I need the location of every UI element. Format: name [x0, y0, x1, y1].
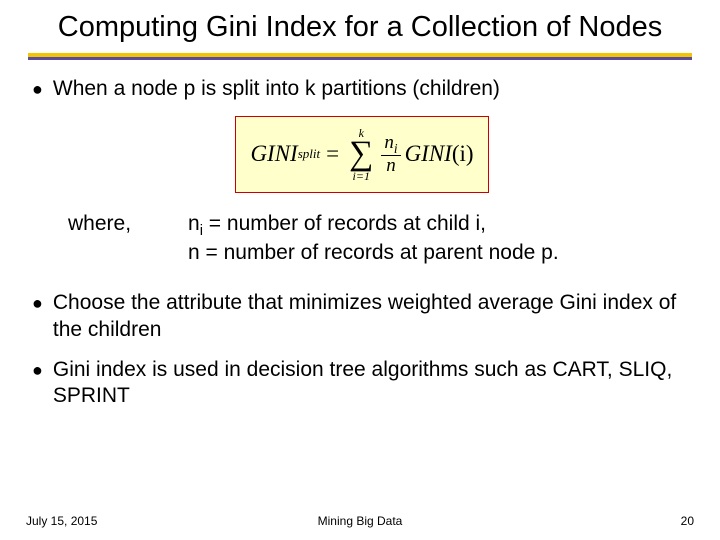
slide: Computing Gini Index for a Collection of… — [0, 0, 720, 540]
where-block: where, ni = number of records at child i… — [68, 211, 692, 267]
formula-lhs-sub: split — [298, 146, 320, 162]
bullet-item: ● Choose the attribute that minimizes we… — [32, 290, 692, 343]
where-n: n — [188, 212, 200, 235]
summation-icon: k ∑ i=1 — [349, 127, 373, 182]
title-divider — [28, 53, 692, 60]
frac-num-var: n — [384, 132, 394, 153]
formula-rhs-arg: (i) — [452, 140, 474, 169]
where-label: where, — [68, 211, 188, 267]
bullet-item: ● When a node p is split into k partitio… — [32, 76, 692, 102]
footer-title: Mining Big Data — [0, 514, 720, 528]
bullet-marker-icon: ● — [32, 76, 53, 102]
frac-den: n — [383, 156, 399, 175]
where-line1-rest: = number of records at child i, — [203, 212, 486, 235]
sum-lower: i=1 — [353, 170, 370, 182]
formula-equals: = — [326, 140, 339, 169]
formula-lhs-name: GINI — [250, 140, 297, 169]
where-definitions: ni = number of records at child i, n = n… — [188, 211, 692, 267]
gini-formula: GINIsplit = k ∑ i=1 ni n GINI(i) — [235, 116, 488, 193]
bullet-marker-icon: ● — [32, 357, 53, 410]
slide-title: Computing Gini Index for a Collection of… — [28, 10, 692, 51]
bullet-text: Choose the attribute that minimizes weig… — [53, 290, 692, 343]
fraction: ni n — [381, 133, 400, 175]
bullet-marker-icon: ● — [32, 290, 53, 343]
bullet-text: When a node p is split into k partitions… — [53, 76, 692, 102]
bullet-text: Gini index is used in decision tree algo… — [53, 357, 692, 410]
slide-footer: July 15, 2015 Mining Big Data 20 — [0, 514, 720, 528]
where-line2: n = number of records at parent node p. — [188, 240, 692, 266]
frac-num-sub: i — [394, 141, 398, 156]
formula-container: GINIsplit = k ∑ i=1 ni n GINI(i) — [32, 116, 692, 193]
slide-body: ● When a node p is split into k partitio… — [28, 60, 692, 410]
formula-rhs-name: GINI — [405, 140, 452, 169]
bullet-item: ● Gini index is used in decision tree al… — [32, 357, 692, 410]
